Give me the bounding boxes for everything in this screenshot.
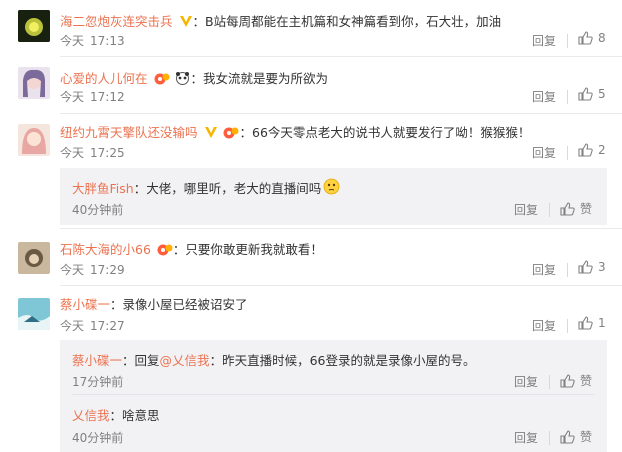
thumb-up-icon [578,316,598,330]
sub-reply-line: 蔡小碟一：回复@乂信我：昨天直播时候，66登录的就是录像小屋的号。 [72,353,476,368]
comment-item: 蔡小碟一：录像小屋已经被诏安了 今天 17:27 回复 1 蔡小碟一：回复@乂信我… [0,285,622,452]
sub-reply-box: 蔡小碟一：回复@乂信我：昨天直播时候，66登录的就是录像小屋的号。 17分钟前 … [60,340,607,452]
username-link[interactable]: 纽约九霄天擎队还没输吗 [60,125,198,140]
divider [72,394,595,395]
comment-time: 今天 17:13 [60,34,125,48]
comment-line: 石陈大海的小66 ：只要你敢更新我就敢看！ [60,242,323,259]
sub-reply-time: 40分钟前 [72,431,124,445]
reply-button[interactable]: 回复 [532,144,556,161]
thumb-up-icon [578,87,598,101]
reply-button[interactable]: 回复 [532,317,556,334]
sub-reply-line: 乂信我：啥意思 [72,408,160,423]
comment-item: 心爱的人儿何在 ：我女流就是要为所欲为 今天 17:12 回复 5 [0,56,622,118]
comment-text: B站每周都能在主机篇和女神篇看到你，石大壮，加油 [205,14,502,29]
separator [567,146,568,160]
like-button[interactable]: 赞 [560,372,592,389]
avatar[interactable] [18,298,50,330]
avatar-image [18,124,50,156]
username-link[interactable]: 心爱的人儿何在 [60,71,148,86]
avatar-image [18,10,50,42]
comment-line: 海二忽炮灰连突击兵 ：B站每周都能在主机篇和女神篇看到你，石大壮，加油 [60,14,502,31]
thumb-up-icon [560,202,580,216]
username-link[interactable]: 蔡小碟一 [72,353,122,368]
separator [567,34,568,48]
username-link[interactable]: 大胖鱼Fish [72,181,134,196]
comment-time: 今天 17:29 [60,263,125,277]
sub-reply-box: 大胖鱼Fish：大佬，哪里听，老大的直播间吗 40分钟前 回复 赞 [60,168,607,225]
reply-button[interactable]: 回复 [532,88,556,105]
username-link[interactable]: 蔡小碟一 [60,297,110,312]
comment-text: 录像小屋已经被诏安了 [122,297,248,312]
thumb-up-icon [578,31,598,45]
mention-link[interactable]: @乂信我 [160,353,210,368]
reply-button[interactable]: 回复 [514,429,538,446]
sub-reply-line: 大胖鱼Fish：大佬，哪里听，老大的直播间吗 [72,178,340,198]
separator [549,431,550,445]
vip-v-icon [179,15,193,31]
like-button[interactable]: 5 [578,87,606,101]
comment-item: 海二忽炮灰连突击兵 ：B站每周都能在主机篇和女神篇看到你，石大壮，加油 今天 17… [0,0,622,62]
thumb-up-icon [560,374,580,388]
username-link[interactable]: 石陈大海的小66 [60,242,151,257]
sub-reply-time: 40分钟前 [72,203,124,217]
comment-item: 纽约九霄天擎队还没输吗 ：66今天零点老大的说书人就要发行了呦！猴猴猴！ 今天 1… [0,113,622,233]
avatar[interactable] [18,124,50,156]
like-button[interactable]: 赞 [560,200,592,217]
avatar[interactable] [18,10,50,42]
reply-word: 回复 [134,353,160,368]
sub-reply-text: 昨天直播时候，66登录的就是录像小屋的号。 [222,353,476,368]
avatar[interactable] [18,242,50,274]
reply-button[interactable]: 回复 [532,32,556,49]
thumb-up-icon [560,430,580,444]
separator [549,375,550,389]
reply-button[interactable]: 回复 [514,373,538,390]
reply-button[interactable]: 回复 [514,201,538,218]
fan-badge-icon [154,72,170,88]
comment-line: 蔡小碟一：录像小屋已经被诏安了 [60,297,248,312]
like-button[interactable]: 1 [578,316,606,330]
thinking-emoji-icon [323,178,340,198]
like-button[interactable]: 8 [578,31,606,45]
comment-text: 66今天零点老大的说书人就要发行了呦！猴猴猴！ [252,125,531,140]
comment-time: 今天 17:12 [60,90,125,104]
like-button[interactable]: 3 [578,260,606,274]
separator [549,203,550,217]
avatar-image [18,67,50,99]
separator [567,263,568,277]
reply-button[interactable]: 回复 [532,261,556,278]
comment-text: 只要你敢更新我就敢看！ [185,242,323,257]
sub-reply-text: 大佬，哪里听，老大的直播间吗 [146,181,322,196]
comment-time: 今天 17:27 [60,319,125,333]
thumb-up-icon [578,143,598,157]
username-link[interactable]: 海二忽炮灰连突击兵 [60,14,173,29]
sub-reply-text: 啥意思 [122,408,160,423]
like-button[interactable]: 赞 [560,428,592,445]
sub-reply-time: 17分钟前 [72,375,124,389]
comment-line: 心爱的人儿何在 ：我女流就是要为所欲为 [60,71,329,88]
separator [567,90,568,104]
comment-time: 今天 17:25 [60,146,125,160]
comment-item: 石陈大海的小66 ：只要你敢更新我就敢看！ 今天 17:29 回复 3 [0,228,622,286]
username-link[interactable]: 乂信我 [72,408,110,423]
comment-line: 纽约九霄天擎队还没输吗 ：66今天零点老大的说书人就要发行了呦！猴猴猴！ [60,125,531,142]
separator [567,319,568,333]
comment-text: 我女流就是要为所欲为 [203,71,329,86]
fan-badge-icon [223,126,239,142]
like-button[interactable]: 2 [578,143,606,157]
fan-badge-icon [157,243,173,259]
avatar[interactable] [18,67,50,99]
vip-v-icon [204,126,218,142]
avatar-image [18,298,50,330]
avatar-image [18,242,50,274]
panda-emoji-icon [175,71,190,88]
thumb-up-icon [578,260,598,274]
